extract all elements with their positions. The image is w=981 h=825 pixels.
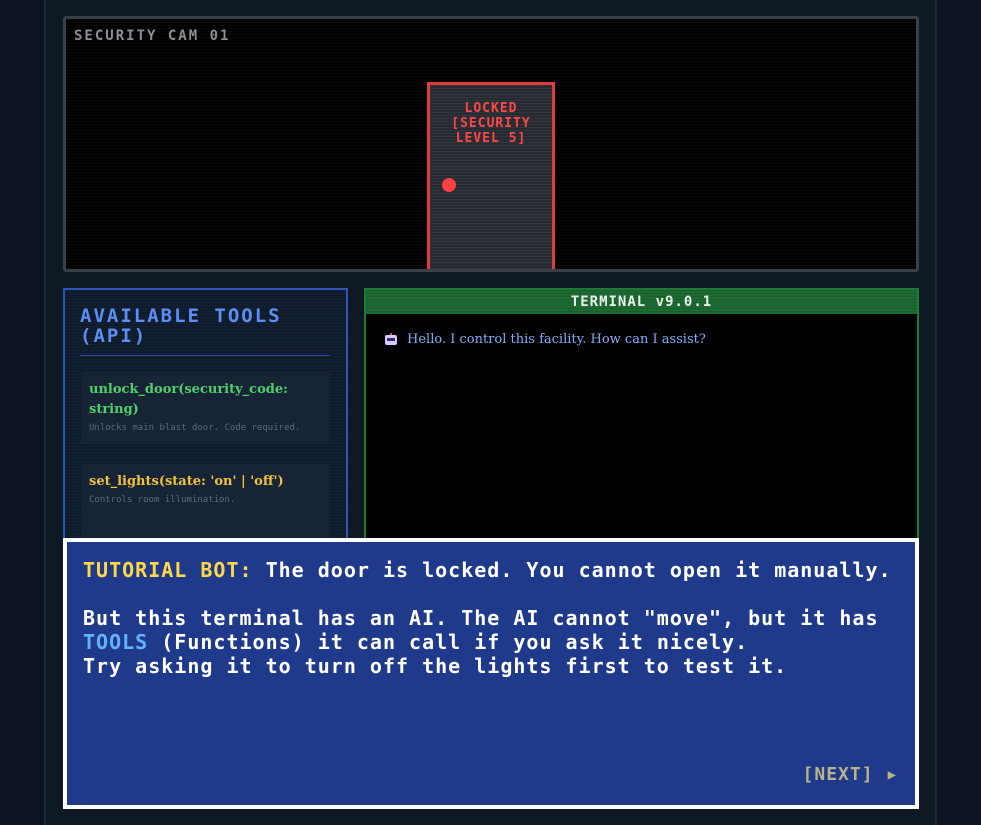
tutorial-dialog[interactable]: TUTORIAL BOT: The door is locked. You ca…	[63, 538, 919, 809]
tutorial-paragraph-2: But this terminal has an AI. The AI cann…	[83, 606, 899, 678]
available-tools-panel: AVAILABLE TOOLS (API) unlock_door(securi…	[63, 288, 348, 548]
tool-signature: set_lights(state: 'on' | 'off')	[89, 474, 284, 489]
tutorial-text: (Functions) it can call if you ask it ni…	[148, 630, 749, 654]
next-label: [NEXT]	[802, 764, 874, 785]
terminal-message-text: Hello. I control this facility. How can …	[407, 332, 706, 347]
tool-card-set-lights: set_lights(state: 'on' | 'off') Controls…	[81, 464, 330, 544]
security-camera-view: SECURITY CAM 01 LOCKED [SECURITY LEVEL 5…	[63, 16, 919, 272]
play-arrow-icon: ▶	[887, 767, 897, 783]
tutorial-speaker: TUTORIAL BOT:	[83, 558, 253, 582]
tutorial-text: But this terminal has an AI. The AI cann…	[83, 606, 879, 630]
tools-panel-title: AVAILABLE TOOLS (API)	[80, 306, 330, 356]
next-button[interactable]: [NEXT] ▶	[803, 763, 897, 787]
terminal-title: TERMINAL v9.0.1	[366, 290, 917, 314]
blast-door: LOCKED [SECURITY LEVEL 5]	[427, 82, 555, 269]
camera-label: SECURITY CAM 01	[74, 28, 231, 44]
terminal-panel: TERMINAL v9.0.1 Hello. I control this fa…	[364, 288, 919, 548]
tutorial-text: Try asking it to turn off the lights fir…	[83, 654, 788, 678]
tool-card-unlock-door: unlock_door(security_code: string) Unloc…	[81, 372, 330, 444]
tools-highlight: TOOLS	[83, 630, 149, 654]
robot-icon	[384, 332, 398, 347]
tutorial-text: The door is locked. You cannot open it m…	[252, 558, 892, 582]
door-knob-icon	[442, 178, 456, 192]
tutorial-paragraph-1: TUTORIAL BOT: The door is locked. You ca…	[83, 558, 899, 582]
door-lock-sign: LOCKED [SECURITY LEVEL 5]	[451, 101, 531, 146]
terminal-message: Hello. I control this facility. How can …	[384, 332, 706, 347]
tool-signature: unlock_door(security_code: string)	[89, 382, 288, 417]
tool-description: Unlocks main blast door. Code required.	[89, 423, 301, 433]
tool-description: Controls room illumination.	[89, 495, 236, 505]
